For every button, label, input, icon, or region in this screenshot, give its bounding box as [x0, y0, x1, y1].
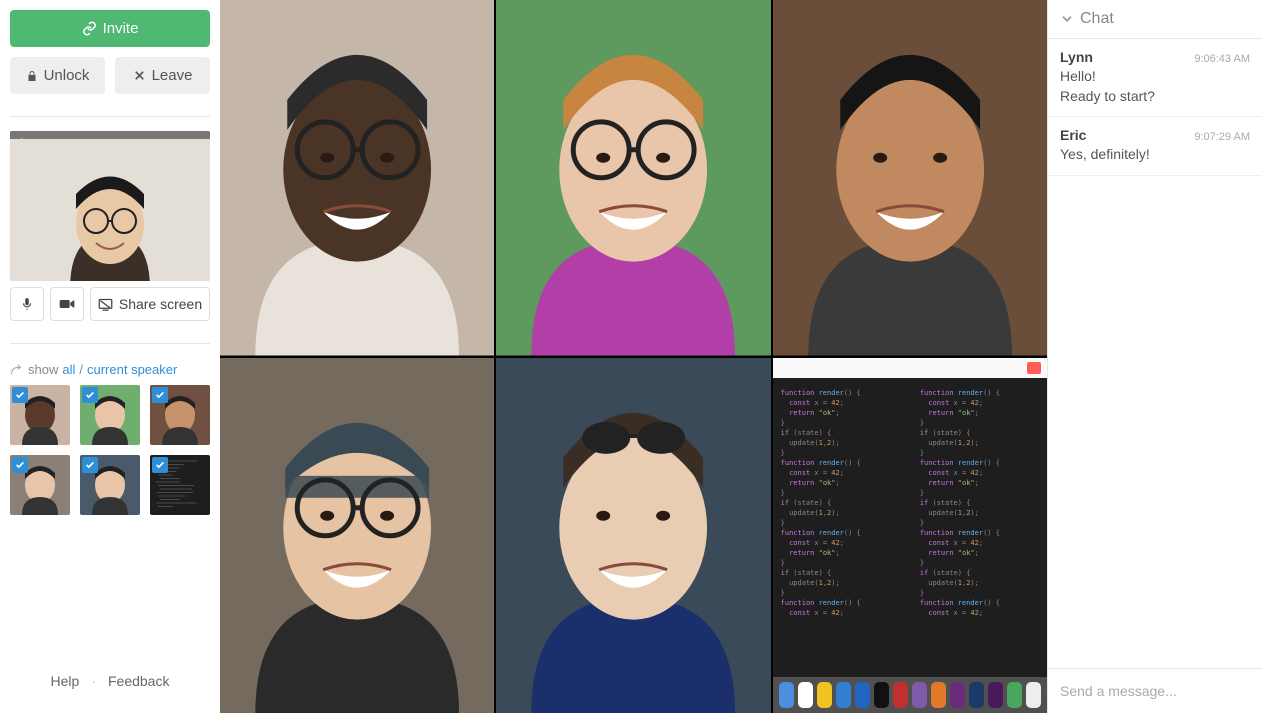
show-current-speaker-link[interactable]: current speaker: [87, 362, 177, 377]
microphone-icon: [20, 296, 34, 312]
show-separator: /: [79, 362, 83, 377]
participant-thumbnail[interactable]: [80, 385, 140, 445]
divider: [10, 116, 210, 117]
chat-input-container: [1048, 668, 1262, 713]
leave-button[interactable]: Leave: [115, 57, 210, 94]
feedback-link[interactable]: Feedback: [108, 673, 169, 689]
divider: [10, 343, 210, 344]
checkmark-icon: [82, 457, 98, 473]
participant-video-tile[interactable]: [220, 358, 494, 713]
participant-thumbnail[interactable]: [10, 455, 70, 515]
chat-header[interactable]: Chat: [1048, 0, 1262, 39]
share-screen-button[interactable]: Share screen: [90, 287, 210, 321]
mute-mic-button[interactable]: [10, 287, 44, 321]
checkmark-icon: [152, 457, 168, 473]
participant-video-tile[interactable]: [496, 0, 770, 356]
chat-messages: Lynn 9:06:43 AM Hello! Ready to start? E…: [1048, 39, 1262, 668]
camera-icon: [59, 298, 75, 310]
message-author: Lynn: [1060, 49, 1093, 65]
help-link[interactable]: Help: [51, 673, 80, 689]
chat-message: Lynn 9:06:43 AM Hello! Ready to start?: [1048, 39, 1262, 117]
checkmark-icon: [152, 387, 168, 403]
participant-video-tile[interactable]: [496, 358, 770, 713]
macos-dock: [773, 677, 1047, 713]
participant-thumbnails: [10, 385, 210, 515]
unlock-button[interactable]: Unlock: [10, 57, 105, 94]
shared-screen-tile[interactable]: function render() { const x = 42; return…: [773, 358, 1047, 713]
footer-links: Help · Feedback: [10, 659, 210, 703]
chat-title: Chat: [1080, 10, 1114, 28]
share-screen-label: Share screen: [119, 296, 202, 312]
chevron-down-icon: [1060, 12, 1074, 26]
link-icon: [82, 21, 97, 36]
video-grid: function render() { const x = 42; return…: [220, 0, 1047, 713]
checkmark-icon: [82, 387, 98, 403]
show-all-link[interactable]: all: [62, 362, 75, 377]
participant-video-tile[interactable]: [773, 0, 1047, 356]
participant-thumbnail[interactable]: [150, 385, 210, 445]
leave-icon: [133, 69, 146, 82]
chat-message-input[interactable]: [1060, 683, 1250, 699]
leave-label: Leave: [152, 67, 193, 84]
participant-video-tile[interactable]: [220, 0, 494, 356]
invite-button[interactable]: Invite: [10, 10, 210, 47]
participant-thumbnail[interactable]: [80, 455, 140, 515]
dot-separator: ·: [91, 673, 96, 689]
unlock-label: Unlock: [44, 67, 90, 84]
message-author: Eric: [1060, 127, 1086, 143]
chat-panel: Chat Lynn 9:06:43 AM Hello! Ready to sta…: [1047, 0, 1262, 713]
message-timestamp: 9:07:29 AM: [1194, 131, 1250, 143]
lock-icon: [26, 69, 38, 83]
curved-arrow-icon: [10, 364, 24, 376]
invite-label: Invite: [103, 20, 139, 37]
self-video: Lynn: [10, 131, 210, 281]
message-body: Hello! Ready to start?: [1060, 67, 1250, 106]
screen-share-icon: [98, 298, 113, 311]
sidebar: Invite Unlock Leave Lynn: [0, 0, 220, 713]
participant-thumbnail[interactable]: [150, 455, 210, 515]
show-label: show: [28, 362, 58, 377]
participant-thumbnail[interactable]: [10, 385, 70, 445]
message-body: Yes, definitely!: [1060, 145, 1250, 165]
checkmark-icon: [12, 457, 28, 473]
view-mode-toggle: show all / current speaker: [10, 362, 210, 377]
toggle-camera-button[interactable]: [50, 287, 84, 321]
checkmark-icon: [12, 387, 28, 403]
chat-message: Eric 9:07:29 AM Yes, definitely!: [1048, 117, 1262, 176]
message-timestamp: 9:06:43 AM: [1194, 53, 1250, 65]
